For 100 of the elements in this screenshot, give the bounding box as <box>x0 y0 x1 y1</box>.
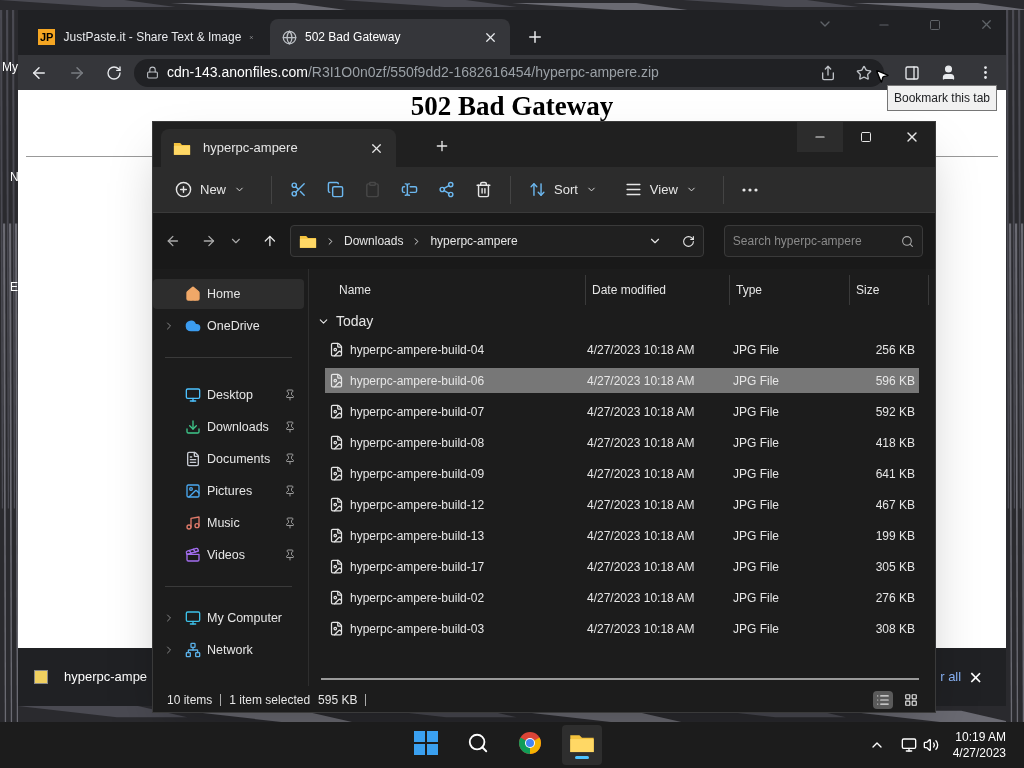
sidebar-item[interactable]: My Computer <box>153 603 304 633</box>
folder-icon <box>299 233 318 249</box>
search-icon[interactable] <box>467 731 490 754</box>
column-header[interactable]: Name <box>313 275 585 305</box>
search-icon <box>901 234 914 248</box>
new-button[interactable]: New <box>165 173 255 206</box>
more-icon <box>741 187 758 192</box>
tab-title: 502 Bad Gateway <box>305 29 402 46</box>
selection-info: 1 item selected <box>229 691 311 709</box>
file-row[interactable]: hyperpc-ampere-build-09 4/27/2023 10:18 AM JPG File 641 KB <box>325 461 919 486</box>
back-icon[interactable] <box>165 233 181 249</box>
column-header[interactable]: Type <box>729 275 849 305</box>
sidebar-label: Network <box>207 641 254 659</box>
sidebar-item[interactable]: Network <box>153 635 304 665</box>
breadcrumb-item[interactable]: Downloads <box>344 232 404 250</box>
type-cell-text: JPG File <box>732 372 780 390</box>
sidebar-item[interactable]: Home <box>153 279 304 309</box>
reload-icon[interactable] <box>106 64 122 81</box>
side-panel-icon[interactable] <box>904 64 920 81</box>
download-file-name[interactable]: hyperpc-ampe <box>64 667 148 687</box>
date-cell-text: 4/27/2023 10:18 AM <box>586 496 696 514</box>
image-file-icon <box>329 590 344 605</box>
file-row[interactable]: hyperpc-ampere-build-04 4/27/2023 10:18 AM JPG File 256 KB <box>325 337 919 362</box>
network-icon <box>185 642 201 658</box>
size-cell-text: 418 KB <box>874 434 916 452</box>
browser-tab[interactable]: JP JustPaste.it - Share Text & Image <box>26 19 266 55</box>
file-row[interactable]: hyperpc-ampere-build-06 4/27/2023 10:18 AM JPG File 596 KB <box>325 368 919 393</box>
rename-icon <box>401 181 418 198</box>
group-header[interactable]: Today <box>313 305 931 337</box>
sidebar-item[interactable]: Pictures <box>153 476 304 506</box>
column-header[interactable]: Date modified <box>585 275 729 305</box>
sidebar-item[interactable]: Videos <box>153 540 304 570</box>
file-row[interactable]: hyperpc-ampere-build-07 4/27/2023 10:18 AM JPG File 592 KB <box>325 399 919 424</box>
file-row[interactable]: hyperpc-ampere-build-12 4/27/2023 10:18 AM JPG File 467 KB <box>325 492 919 517</box>
file-name: hyperpc-ampere-build-06 <box>350 372 485 390</box>
address-bar[interactable]: cdn-143.anonfiles.com/R3I1O0n0zf/550f9dd2-1682616454/hyperpc-ampere.zip <box>134 58 884 87</box>
view-button[interactable]: View <box>614 173 707 206</box>
type-cell-text: JPG File <box>732 341 780 359</box>
address-field[interactable]: Downloads hyperpc-ampere <box>290 225 704 257</box>
pin-icon[interactable] <box>284 389 296 401</box>
pin-icon[interactable] <box>284 549 296 561</box>
date-cell-text: 4/27/2023 10:18 AM <box>586 465 696 483</box>
taskbar-app[interactable] <box>562 725 603 765</box>
size-cell-text: 596 KB <box>874 372 916 390</box>
size-cell-text: 592 KB <box>874 403 916 421</box>
sort-icon <box>529 181 546 198</box>
monitor-icon <box>185 610 201 626</box>
chrome-logo-icon[interactable] <box>518 730 543 755</box>
show-all-link[interactable]: r all <box>940 667 962 687</box>
size-cell-text: 199 KB <box>874 527 916 545</box>
explorer-tab[interactable]: hyperpc-ampere <box>161 129 396 167</box>
sidebar-item[interactable]: Music <box>153 508 304 538</box>
windows-logo-icon[interactable] <box>414 730 439 755</box>
share-icon[interactable] <box>820 64 836 81</box>
sidebar-label: Home <box>207 285 242 303</box>
file-row[interactable]: hyperpc-ampere-build-17 4/27/2023 10:18 AM JPG File 305 KB <box>325 554 919 579</box>
file-name: hyperpc-ampere-build-07 <box>350 403 485 421</box>
search-field[interactable]: Search hyperpc-ampere <box>732 232 901 250</box>
close-button[interactable]: × <box>969 660 982 694</box>
cloud-icon <box>185 318 201 334</box>
pin-icon[interactable] <box>284 485 296 497</box>
file-row[interactable]: hyperpc-ampere-build-03 4/27/2023 10:18 AM JPG File 308 KB <box>325 616 919 641</box>
file-name: hyperpc-ampere-build-12 <box>350 496 485 514</box>
browser-tab[interactable]: 502 Bad Gateway <box>270 19 510 55</box>
sidebar-item[interactable]: Desktop <box>153 380 304 410</box>
size-cell-text: 276 KB <box>874 589 916 607</box>
sidebar-label: Pictures <box>207 482 254 500</box>
column-header[interactable]: Size <box>849 275 929 305</box>
image-file-icon <box>329 342 344 357</box>
refresh-icon[interactable] <box>681 234 695 248</box>
file-row[interactable]: hyperpc-ampere-build-02 4/27/2023 10:18 AM JPG File 276 KB <box>325 585 919 610</box>
grid-icon <box>904 692 918 707</box>
pin-icon[interactable] <box>284 421 296 433</box>
pin-icon[interactable] <box>284 453 296 465</box>
network-status-icon[interactable] <box>900 737 917 753</box>
type-cell-text: JPG File <box>732 434 780 452</box>
file-name: hyperpc-ampere-build-17 <box>350 558 485 576</box>
sidebar-item[interactable]: Downloads <box>153 412 304 442</box>
star-icon[interactable] <box>856 64 872 81</box>
breadcrumb-item[interactable]: hyperpc-ampere <box>430 232 518 250</box>
new-tab-icon[interactable] <box>526 28 544 46</box>
pin-icon[interactable] <box>284 517 296 529</box>
details-view-button[interactable] <box>873 690 893 709</box>
file-row[interactable]: hyperpc-ampere-build-08 4/27/2023 10:18 AM JPG File 418 KB <box>325 430 919 455</box>
archive-icon <box>34 670 48 684</box>
clock[interactable]: 10:19 AM 4/27/2023 <box>952 729 1006 761</box>
sidebar-label: Videos <box>207 546 246 564</box>
sort-button[interactable]: Sort <box>519 173 607 206</box>
new-tab-icon[interactable] <box>434 138 450 154</box>
file-row[interactable]: hyperpc-ampere-build-13 4/27/2023 10:18 AM JPG File 199 KB <box>325 523 919 548</box>
sidebar-item[interactable]: Documents <box>153 444 304 474</box>
sidebar-label: Desktop <box>207 386 254 404</box>
type-cell-text: JPG File <box>732 620 780 638</box>
maximize-icon[interactable] <box>929 19 941 31</box>
scrollbar[interactable] <box>321 678 919 680</box>
page-heading: 502 Bad Gateway <box>410 92 614 120</box>
volume-icon[interactable] <box>922 737 939 753</box>
sidebar-item[interactable]: OneDrive <box>153 311 304 341</box>
profile-icon[interactable] <box>940 64 957 81</box>
search-box[interactable]: Search hyperpc-ampere <box>723 225 923 257</box>
